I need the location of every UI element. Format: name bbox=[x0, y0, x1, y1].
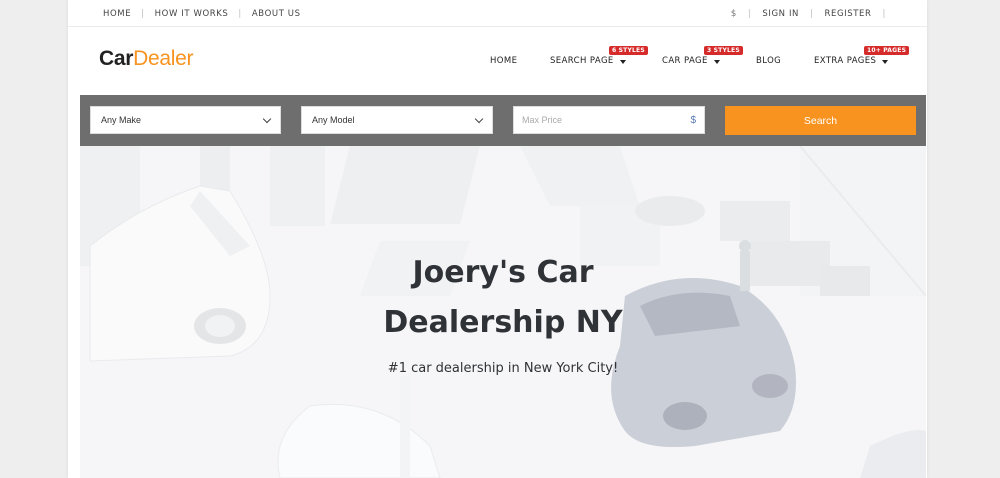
divider: | bbox=[882, 9, 886, 19]
max-price-input[interactable] bbox=[522, 115, 672, 125]
max-price-field[interactable]: $ bbox=[513, 106, 705, 134]
car-page-badge: 3 STYLES bbox=[704, 46, 743, 55]
register-link[interactable]: REGISTER bbox=[824, 9, 871, 19]
logo-dealer-text: Dealer bbox=[133, 47, 194, 70]
search-page-badge: 6 STYLES bbox=[609, 46, 648, 55]
top-link-home[interactable]: HOME bbox=[103, 9, 131, 19]
top-account-links: $ | SIGN IN | REGISTER | bbox=[731, 9, 897, 19]
logo-car-text: Car bbox=[99, 47, 134, 70]
nav-car-page-label: CAR PAGE bbox=[662, 56, 708, 66]
hero-title: Joery's Car Dealership NY bbox=[80, 248, 926, 348]
top-links: HOME | HOW IT WORKS | ABOUT US bbox=[103, 9, 301, 19]
search-button[interactable]: Search bbox=[725, 106, 916, 135]
nav-search-page-label: SEARCH PAGE bbox=[550, 56, 614, 66]
nav-extra-pages[interactable]: EXTRA PAGES bbox=[814, 56, 889, 66]
make-select-value: Any Make bbox=[101, 115, 142, 125]
page: HOME | HOW IT WORKS | ABOUT US $ | SIGN … bbox=[68, 0, 927, 478]
extra-pages-badge: 10+ PAGES bbox=[864, 46, 910, 55]
search-bar: Any Make Any Model $ Search bbox=[80, 95, 926, 146]
divider: | bbox=[810, 9, 814, 19]
nav-search-page[interactable]: SEARCH PAGE bbox=[550, 56, 626, 66]
hero-section: Joery's Car Dealership NY #1 car dealers… bbox=[80, 146, 926, 478]
nav-blog-label: BLOG bbox=[756, 56, 782, 66]
main-header: CarDealer HOME SEARCH PAGE 6 STYLES CAR … bbox=[68, 27, 927, 95]
nav-car-page[interactable]: CAR PAGE bbox=[662, 56, 720, 66]
nav-blog[interactable]: BLOG bbox=[756, 56, 781, 66]
hero-subtitle: #1 car dealership in New York City! bbox=[387, 361, 619, 376]
model-select-value: Any Model bbox=[312, 115, 355, 125]
chevron-down-icon bbox=[474, 114, 484, 123]
site-logo[interactable]: CarDealer bbox=[99, 47, 193, 71]
chevron-down-icon bbox=[262, 114, 272, 123]
top-bar: HOME | HOW IT WORKS | ABOUT US $ | SIGN … bbox=[68, 0, 927, 27]
divider: | bbox=[238, 9, 242, 19]
hero-title-line-1: Joery's Car bbox=[412, 255, 594, 290]
hero-title-line-2: Dealership NY bbox=[383, 305, 623, 340]
sign-in-link[interactable]: SIGN IN bbox=[762, 9, 799, 19]
chevron-down-icon bbox=[713, 59, 720, 64]
nav-home[interactable]: HOME bbox=[490, 56, 517, 66]
top-link-how-it-works[interactable]: HOW IT WORKS bbox=[155, 9, 229, 19]
chevron-down-icon bbox=[619, 59, 626, 64]
currency-selector[interactable]: $ bbox=[731, 9, 737, 19]
currency-symbol: $ bbox=[690, 114, 696, 126]
divider: | bbox=[141, 9, 145, 19]
divider: | bbox=[747, 9, 752, 19]
nav-home-label: HOME bbox=[490, 56, 518, 66]
nav-extra-pages-label: EXTRA PAGES bbox=[814, 56, 877, 66]
top-link-about-us[interactable]: ABOUT US bbox=[252, 9, 301, 19]
make-select[interactable]: Any Make bbox=[90, 106, 281, 134]
model-select[interactable]: Any Model bbox=[301, 106, 493, 134]
chevron-down-icon bbox=[882, 59, 889, 64]
